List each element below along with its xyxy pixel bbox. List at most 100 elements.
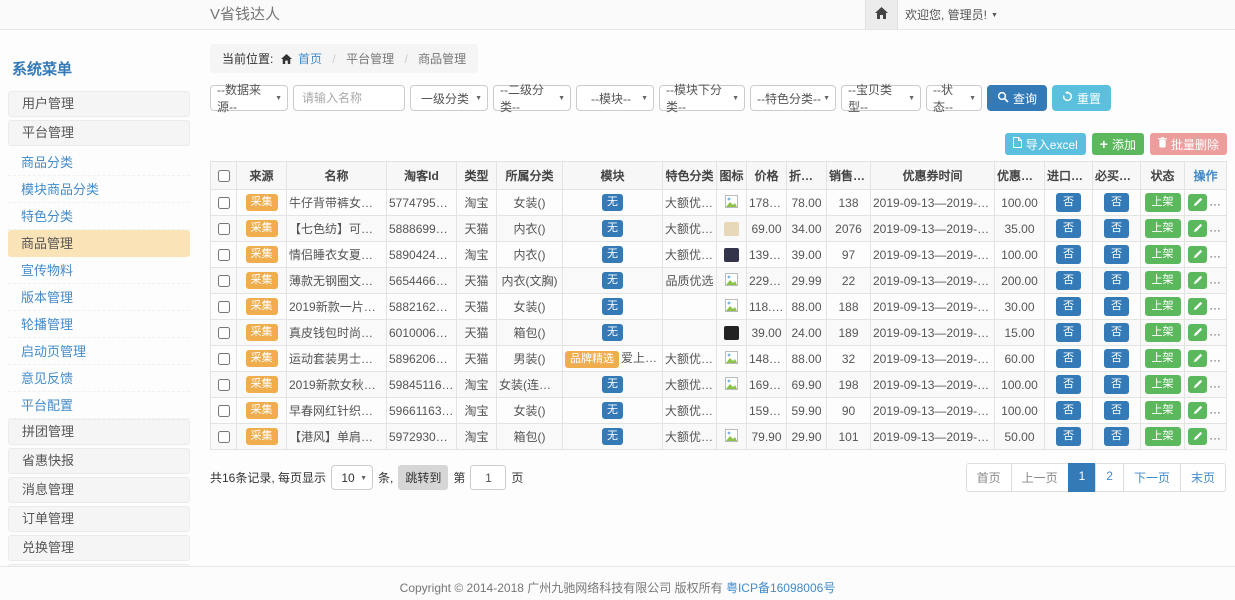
must-buy-toggle[interactable]: 否	[1104, 323, 1129, 342]
edit-button[interactable]	[1188, 402, 1207, 419]
sidebar-section[interactable]: 用户管理	[8, 91, 190, 117]
row-checkbox[interactable]	[218, 353, 230, 365]
status-badge[interactable]: 上架	[1145, 193, 1181, 212]
must-buy-toggle[interactable]: 否	[1104, 401, 1129, 420]
must-buy-toggle[interactable]: 否	[1104, 349, 1129, 368]
breadcrumb-home-link[interactable]: 首页	[298, 52, 322, 66]
import-select-toggle[interactable]: 否	[1056, 271, 1081, 290]
row-checkbox[interactable]	[218, 249, 230, 261]
page-button[interactable]: 末页	[1180, 463, 1226, 492]
must-buy-toggle[interactable]: 否	[1104, 245, 1129, 264]
edit-button[interactable]	[1188, 428, 1207, 445]
row-checkbox[interactable]	[218, 301, 230, 313]
sidebar-section[interactable]: 订单管理	[8, 506, 190, 532]
edit-button[interactable]	[1188, 298, 1207, 315]
edit-button[interactable]	[1188, 246, 1207, 263]
row-checkbox[interactable]	[218, 405, 230, 417]
status-badge[interactable]: 上架	[1145, 349, 1181, 368]
import-select-toggle[interactable]: 否	[1056, 193, 1081, 212]
must-buy-toggle[interactable]: 否	[1104, 297, 1129, 316]
status-badge[interactable]: 上架	[1145, 245, 1181, 264]
sidebar-section[interactable]: 消息管理	[8, 477, 190, 503]
type-cell: 淘宝	[457, 398, 497, 424]
header-home-button[interactable]	[865, 0, 898, 29]
sidebar-link[interactable]: 版本管理	[8, 284, 190, 311]
status-badge[interactable]: 上架	[1145, 323, 1181, 342]
edit-button[interactable]	[1188, 324, 1207, 341]
filter-select-status[interactable]: --状态--▼	[926, 85, 982, 111]
page-button-current[interactable]: 1	[1068, 463, 1097, 492]
status-badge[interactable]: 上架	[1145, 401, 1181, 420]
page-button[interactable]: 首页	[966, 463, 1012, 492]
filter-select-data-source[interactable]: --数据来源--▼	[210, 85, 288, 111]
row-checkbox[interactable]	[218, 275, 230, 287]
edit-button[interactable]	[1188, 376, 1207, 393]
sidebar-section[interactable]: 拼团管理	[8, 419, 190, 445]
sidebar-link[interactable]: 启动页管理	[8, 338, 190, 365]
user-menu[interactable]: 欢迎您, 管理员!▼	[905, 0, 998, 31]
row-checkbox[interactable]	[218, 327, 230, 339]
row-checkbox[interactable]	[218, 197, 230, 209]
name-search-input[interactable]	[293, 85, 405, 111]
discount-price-cell: 24.00	[787, 320, 827, 346]
icon-cell	[717, 242, 747, 268]
page-button[interactable]: 下一页	[1123, 463, 1181, 492]
sidebar-link[interactable]: 商品分类	[8, 149, 190, 176]
sidebar-section[interactable]: 平台管理	[8, 120, 190, 146]
import-select-toggle[interactable]: 否	[1056, 245, 1081, 264]
sidebar-link[interactable]: 轮播管理	[8, 311, 190, 338]
edit-button[interactable]	[1188, 350, 1207, 367]
must-buy-toggle[interactable]: 否	[1104, 271, 1129, 290]
import-select-toggle[interactable]: 否	[1056, 349, 1081, 368]
sidebar-link[interactable]: 特色分类	[8, 203, 190, 230]
add-button[interactable]: + 添加	[1092, 133, 1144, 155]
page-button[interactable]: 上一页	[1011, 463, 1069, 492]
reset-button[interactable]: 重置	[1052, 85, 1111, 111]
row-checkbox[interactable]	[218, 431, 230, 443]
edit-button[interactable]	[1188, 272, 1207, 289]
jump-to-button[interactable]: 跳转到	[398, 465, 448, 490]
import-select-toggle[interactable]: 否	[1056, 219, 1081, 238]
select-all-checkbox[interactable]	[218, 170, 230, 182]
import-excel-button[interactable]: 导入excel	[1005, 133, 1086, 155]
sidebar-section[interactable]: 省惠快报	[8, 448, 190, 474]
status-badge[interactable]: 上架	[1145, 271, 1181, 290]
row-checkbox[interactable]	[218, 379, 230, 391]
import-select-toggle[interactable]: 否	[1056, 427, 1081, 446]
feature-category-cell: 大额优惠券	[663, 190, 717, 216]
sidebar-link-active[interactable]: 商品管理	[8, 230, 190, 257]
must-buy-toggle[interactable]: 否	[1104, 193, 1129, 212]
status-badge[interactable]: 上架	[1145, 375, 1181, 394]
edit-button[interactable]	[1188, 194, 1207, 211]
filter-select-feature-category[interactable]: --特色分类--▼	[750, 85, 836, 111]
status-badge[interactable]: 上架	[1145, 219, 1181, 238]
import-select-toggle[interactable]: 否	[1056, 323, 1081, 342]
filter-select-module[interactable]: --模块--▼	[576, 85, 654, 111]
row-checkbox[interactable]	[218, 223, 230, 235]
sidebar-link[interactable]: 意见反馈	[8, 365, 190, 392]
must-buy-toggle[interactable]: 否	[1104, 219, 1129, 238]
coupon-time-cell: 2019-09-13—2019-09-17	[871, 190, 995, 216]
sidebar-section[interactable]: 兑换管理	[8, 535, 190, 561]
filter-select-item-type[interactable]: --宝贝类型--▼	[841, 85, 921, 111]
filter-select-module-subcategory[interactable]: --模块下分类--▼	[659, 85, 745, 111]
sidebar-link[interactable]: 平台配置	[8, 392, 190, 419]
sidebar-link[interactable]: 宣传物料	[8, 257, 190, 284]
status-badge[interactable]: 上架	[1145, 297, 1181, 316]
must-buy-toggle[interactable]: 否	[1104, 375, 1129, 394]
import-select-toggle[interactable]: 否	[1056, 375, 1081, 394]
import-select-toggle[interactable]: 否	[1056, 297, 1081, 316]
page-number-input[interactable]	[470, 465, 506, 490]
edit-button[interactable]	[1188, 220, 1207, 237]
batch-delete-button[interactable]: 批量删除	[1150, 133, 1227, 155]
must-buy-toggle[interactable]: 否	[1104, 427, 1129, 446]
icp-link[interactable]: 粤ICP备16098006号	[726, 581, 835, 595]
status-badge[interactable]: 上架	[1145, 427, 1181, 446]
per-page-select[interactable]: 10 ▼	[331, 465, 373, 490]
filter-select-primary-category[interactable]: 一级分类▼	[410, 85, 488, 111]
sidebar-link[interactable]: 模块商品分类	[8, 176, 190, 203]
filter-select-secondary-category[interactable]: --二级分类--▼	[493, 85, 571, 111]
import-select-toggle[interactable]: 否	[1056, 401, 1081, 420]
page-button[interactable]: 2	[1095, 463, 1124, 492]
search-button[interactable]: 查询	[987, 85, 1047, 111]
